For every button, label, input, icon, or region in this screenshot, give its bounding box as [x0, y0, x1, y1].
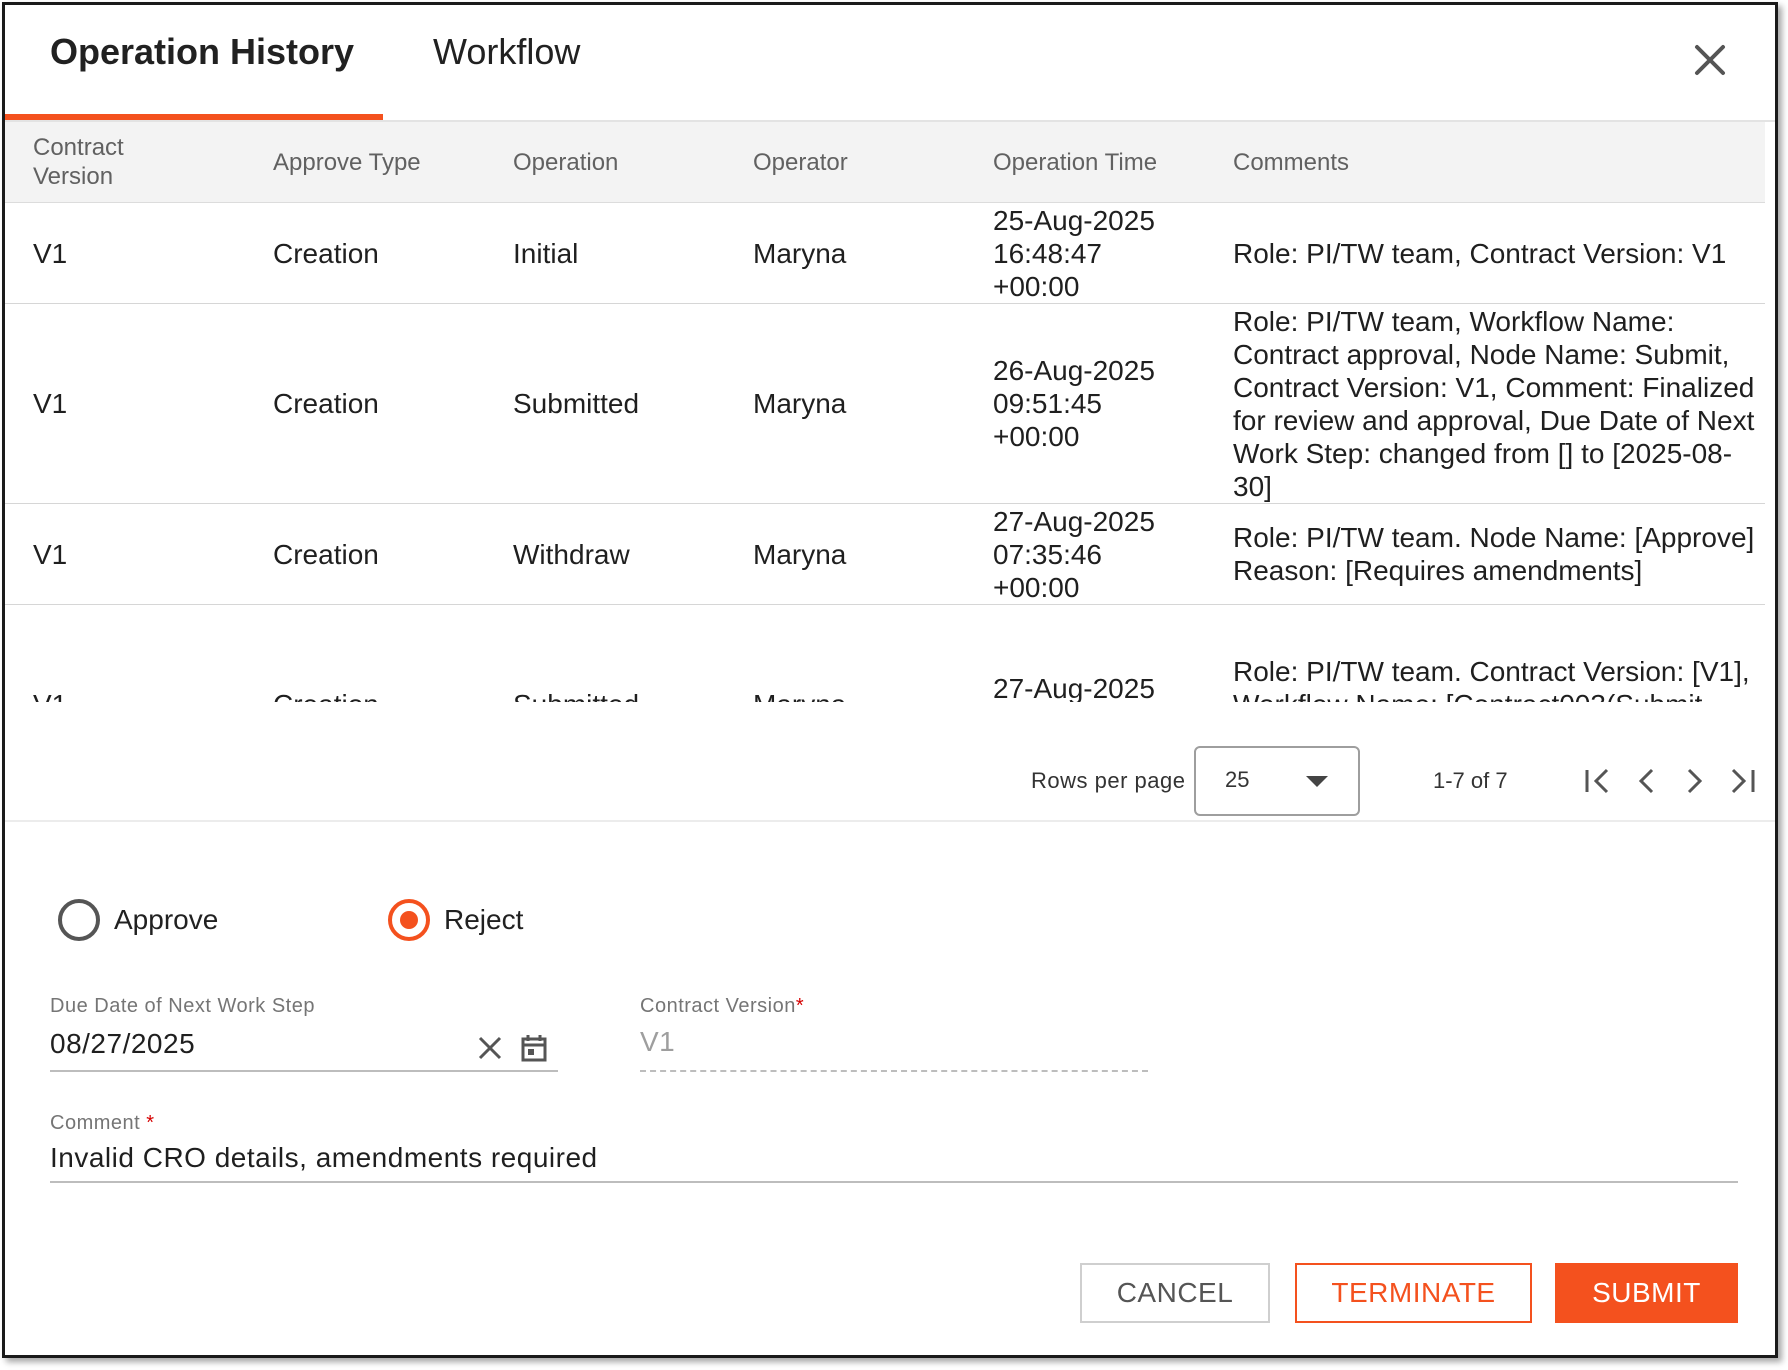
contract-version-field: V1 — [640, 1026, 676, 1057]
column-header-contract-version[interactable]: Contract Version — [5, 122, 245, 203]
comment-input[interactable]: Invalid CRO details, amendments required — [50, 1142, 598, 1174]
cell-contract-version: V1 — [5, 202, 245, 304]
cancel-button[interactable]: CANCEL — [1080, 1263, 1270, 1323]
cell-operation-time: 27-Aug-2025 07:35:46 +00:00 — [965, 503, 1205, 605]
cell-operation-time: 25-Aug-2025 16:48:47 +00:00 — [965, 202, 1205, 304]
contract-version-label: Contract Version* — [640, 995, 805, 1017]
table-row: V1 Creation Initial Maryna 25-Aug-2025 1… — [5, 202, 1765, 304]
column-header-comments[interactable]: Comments — [1205, 122, 1765, 203]
cell-approve-type: Creation — [245, 604, 485, 702]
table-row: V1 Creation Submitted Maryna 26-Aug-2025… — [5, 303, 1765, 504]
column-header-operator[interactable]: Operator — [725, 122, 965, 203]
cell-operation: Withdraw — [485, 503, 725, 605]
calendar-icon[interactable] — [517, 1031, 551, 1065]
next-page-icon[interactable] — [1677, 764, 1711, 798]
tab-bar: Operation History Workflow — [5, 5, 1775, 122]
cell-contract-version: V1 — [5, 503, 245, 605]
cell-operation: Submitted — [485, 604, 725, 702]
cell-operator: Maryna — [725, 202, 965, 304]
active-tab-indicator — [5, 114, 383, 120]
reject-radio-label: Reject — [444, 904, 524, 935]
table-header-row: Contract Version Approve Type Operation … — [5, 122, 1765, 203]
table-pagination: Rows per page 25 1-7 of 7 — [5, 702, 1775, 822]
cell-comments: Role: PI/TW team. Contract Version: [V1]… — [1205, 604, 1765, 702]
cell-contract-version: V1 — [5, 303, 245, 504]
cell-operator: Maryna — [725, 303, 965, 504]
cell-contract-version: V1 — [5, 604, 245, 702]
cell-operation: Submitted — [485, 303, 725, 504]
radio-checked-icon — [388, 899, 430, 941]
submit-button[interactable]: SUBMIT — [1555, 1263, 1738, 1323]
cell-operator: Maryna — [725, 604, 965, 702]
comment-underline — [50, 1181, 1738, 1183]
cell-approve-type: Creation — [245, 202, 485, 304]
first-page-icon[interactable] — [1581, 764, 1615, 798]
cell-comments: Role: PI/TW team, Contract Version: V1 — [1205, 202, 1765, 304]
contract-version-underline — [640, 1070, 1148, 1072]
due-date-input[interactable]: 08/27/2025 — [50, 1028, 195, 1060]
tab-workflow[interactable]: Workflow — [433, 31, 580, 73]
operation-history-dialog: Operation History Workflow Contract Vers… — [2, 2, 1778, 1358]
cell-approve-type: Creation — [245, 503, 485, 605]
rows-per-page-select[interactable]: 25 — [1194, 746, 1360, 816]
terminate-button[interactable]: TERMINATE — [1295, 1263, 1532, 1323]
cell-operation-time: 26-Aug-2025 09:51:45 +00:00 — [965, 303, 1205, 504]
dropdown-arrow-icon — [1306, 776, 1328, 787]
table-row: V1 Creation Withdraw Maryna 27-Aug-2025 … — [5, 503, 1765, 605]
due-date-underline — [50, 1070, 558, 1072]
column-header-approve-type[interactable]: Approve Type — [245, 122, 485, 203]
decision-form: Approve Reject Due Date of Next Work Ste… — [5, 822, 1775, 1355]
cell-operation: Initial — [485, 202, 725, 304]
approve-radio-label: Approve — [114, 904, 219, 935]
rows-per-page-value: 25 — [1225, 767, 1250, 792]
operation-history-table[interactable]: Contract Version Approve Type Operation … — [5, 122, 1765, 702]
previous-page-icon[interactable] — [1630, 764, 1664, 798]
column-header-operation-time[interactable]: Operation Time — [965, 122, 1205, 203]
clear-icon[interactable] — [473, 1031, 507, 1065]
cell-approve-type: Creation — [245, 303, 485, 504]
due-date-label: Due Date of Next Work Step — [50, 995, 315, 1017]
column-header-operation[interactable]: Operation — [485, 122, 725, 203]
cell-comments: Role: PI/TW team. Node Name: [Approve] R… — [1205, 503, 1765, 605]
tab-operation-history[interactable]: Operation History — [50, 31, 354, 73]
table-row: V1 Creation Submitted Maryna 27-Aug-2025… — [5, 604, 1765, 702]
cell-comments: Role: PI/TW team, Workflow Name: Contrac… — [1205, 303, 1765, 504]
last-page-icon[interactable] — [1725, 764, 1759, 798]
cell-operation-time: 27-Aug-2025 07:45:47 — [965, 604, 1205, 702]
pagination-range: 1-7 of 7 — [1433, 768, 1508, 793]
radio-unchecked-icon — [58, 899, 100, 941]
rows-per-page-label: Rows per page — [1031, 768, 1186, 793]
close-icon[interactable] — [1685, 35, 1735, 85]
comment-label: Comment * — [50, 1112, 155, 1134]
cell-operator: Maryna — [725, 503, 965, 605]
